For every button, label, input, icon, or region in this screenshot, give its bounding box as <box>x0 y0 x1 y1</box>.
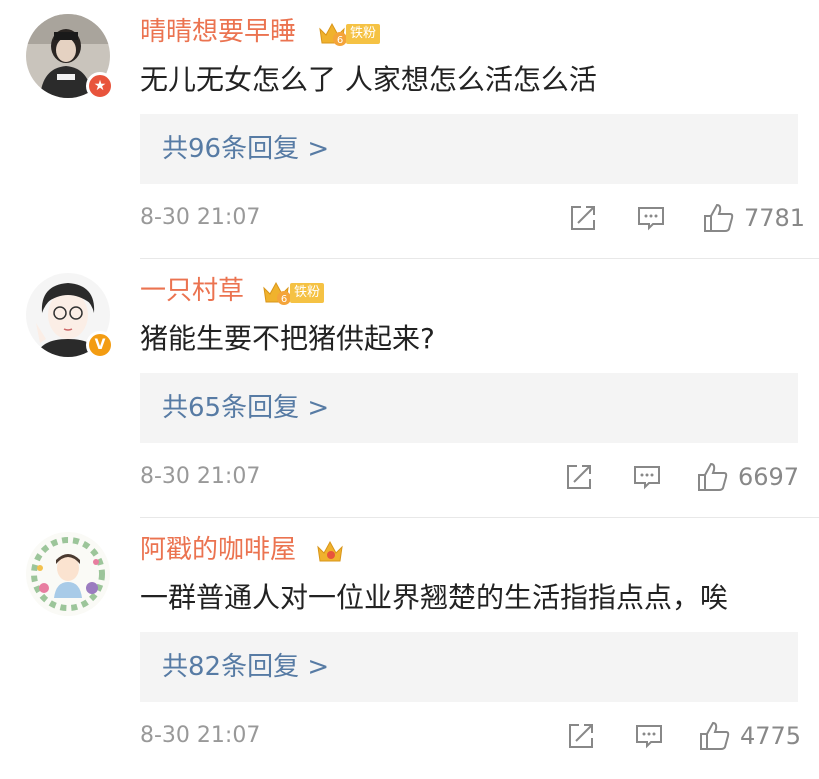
comment-button[interactable] <box>634 718 664 754</box>
timestamp: 8-30 21:07 <box>140 205 261 230</box>
thumbs-up-icon <box>704 203 734 232</box>
like-button[interactable]: 4775 <box>698 718 801 754</box>
comment-button[interactable] <box>632 459 662 495</box>
verified-star-icon: ★ <box>86 72 114 100</box>
fan-rank-badge[interactable] <box>316 538 346 566</box>
like-button[interactable]: 6697 <box>696 459 799 495</box>
view-replies-link[interactable]: 共82条回复 > <box>162 632 329 702</box>
avatar[interactable] <box>26 532 110 616</box>
comment-text: 一群普通人对一位业界翘楚的生活指指点点，唉 <box>140 581 729 614</box>
repost-button[interactable] <box>564 459 594 495</box>
verified-v-icon: V <box>86 331 114 359</box>
fan-rank-badge[interactable]: 6 铁粉 <box>262 279 325 307</box>
fan-label: 铁粉 <box>290 283 325 303</box>
like-button[interactable]: 7781 <box>702 200 805 236</box>
reply-box[interactable]: 共96条回复 > <box>140 114 798 184</box>
timestamp: 8-30 21:07 <box>140 723 261 748</box>
repost-button[interactable] <box>566 718 596 754</box>
thumbs-up-icon <box>698 462 728 491</box>
like-count: 6697 <box>738 463 800 491</box>
comment-icon <box>638 207 664 231</box>
repost-button[interactable] <box>568 200 598 236</box>
fan-label: 铁粉 <box>346 24 381 44</box>
comment-item: ★ 晴晴想要早睡 6 铁粉 无儿无女怎么了 人家想怎么活怎么活 共96条回复 >… <box>0 0 819 259</box>
crown-icon <box>317 540 343 562</box>
share-icon <box>567 465 591 489</box>
crown-icon: 6 <box>263 281 291 305</box>
thumbs-up-icon <box>700 721 730 750</box>
username[interactable]: 一只村草 <box>140 273 244 309</box>
timestamp: 8-30 21:07 <box>140 464 261 489</box>
username[interactable]: 阿戳的咖啡屋 <box>140 532 296 568</box>
like-count: 4775 <box>740 722 802 750</box>
reply-box[interactable]: 共82条回复 > <box>140 632 798 702</box>
like-count: 7781 <box>744 204 806 232</box>
fan-rank-badge[interactable]: 6 铁粉 <box>318 20 381 48</box>
svg-text:6: 6 <box>337 35 343 46</box>
share-icon <box>571 206 595 230</box>
comment-text: 无儿无女怎么了 人家想怎么活怎么活 <box>140 63 597 96</box>
reply-box[interactable]: 共65条回复 > <box>140 373 798 443</box>
view-replies-link[interactable]: 共65条回复 > <box>162 373 329 443</box>
username[interactable]: 晴晴想要早睡 <box>140 14 296 50</box>
comment-icon <box>634 466 660 490</box>
comment-button[interactable] <box>636 200 666 236</box>
view-replies-link[interactable]: 共96条回复 > <box>162 114 329 184</box>
share-icon <box>569 724 593 748</box>
comment-item: 阿戳的咖啡屋 一群普通人对一位业界翘楚的生活指指点点，唉 共82条回复 > 8-… <box>0 518 819 777</box>
comment-icon <box>636 725 662 749</box>
comment-item: V 一只村草 6 铁粉 猪能生要不把猪供起来? 共65条回复 > 8-30 21… <box>0 259 819 518</box>
comment-text: 猪能生要不把猪供起来? <box>140 322 435 355</box>
crown-icon: 6 <box>319 22 347 46</box>
svg-text:6: 6 <box>281 294 287 305</box>
